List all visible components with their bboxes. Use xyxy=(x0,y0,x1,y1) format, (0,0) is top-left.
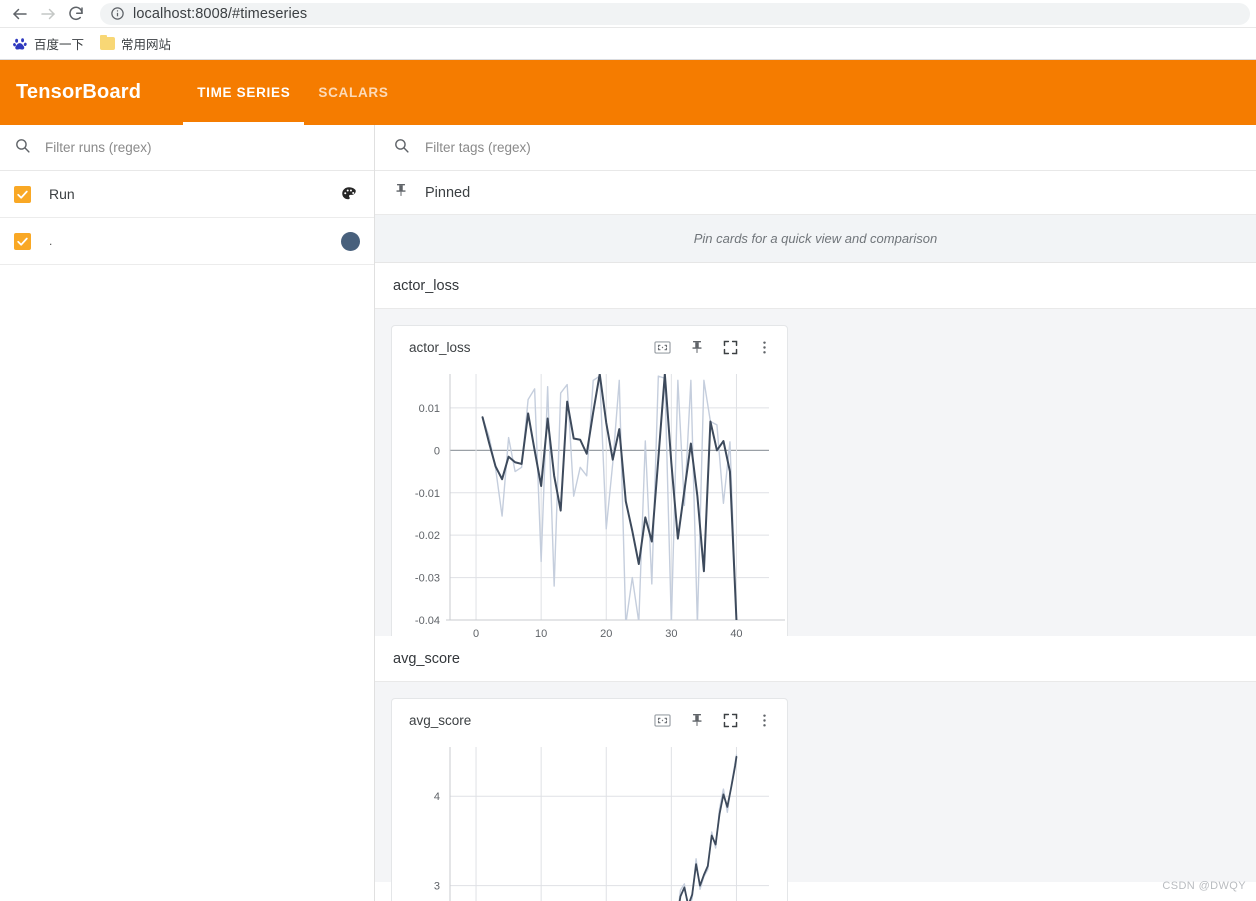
more-options-icon[interactable] xyxy=(754,710,775,731)
palette-icon[interactable] xyxy=(338,183,360,205)
pinned-empty-state: Pin cards for a quick view and compariso… xyxy=(375,215,1256,263)
group-header-actor-loss[interactable]: actor_loss xyxy=(375,263,1256,309)
pin-icon[interactable] xyxy=(686,337,707,358)
chart-card-actor-loss[interactable]: actor_loss 0.01 0 -0.01 -0.02 -0.03 -0.0… xyxy=(391,325,788,647)
runs-sidebar: Filter runs (regex) Run . xyxy=(0,125,375,901)
fit-domain-to-data-icon[interactable] xyxy=(652,337,673,358)
tag-filter[interactable]: Filter tags (regex) xyxy=(375,125,1256,171)
address-bar[interactable]: localhost:8008/#timeseries xyxy=(100,2,1250,25)
bookmark-baidu[interactable]: 百度一下 xyxy=(8,32,92,55)
chart-card-avg-score[interactable]: avg_score 4 3 xyxy=(391,698,788,901)
pinned-section-header[interactable]: Pinned xyxy=(375,171,1256,215)
card-header: actor_loss xyxy=(392,326,787,368)
chart-area-avg-score[interactable]: 43010203040 xyxy=(392,741,787,901)
main-tabs: TIME SERIES SCALARS xyxy=(183,60,402,125)
app-title: TensorBoard xyxy=(16,81,142,103)
folder-icon xyxy=(100,35,116,50)
svg-text:10: 10 xyxy=(535,628,547,640)
svg-text:0.01: 0.01 xyxy=(419,403,440,415)
run-filter[interactable]: Filter runs (regex) xyxy=(0,125,374,171)
tab-scalars[interactable]: SCALARS xyxy=(304,60,402,125)
run-checkbox[interactable] xyxy=(14,232,31,250)
runs-header-row: Run xyxy=(0,171,374,218)
tensorboard-header: TensorBoard TIME SERIES SCALARS xyxy=(0,60,1256,125)
select-all-runs-checkbox[interactable] xyxy=(14,185,31,203)
line-chart-actor-loss[interactable]: 0.01 0 -0.01 -0.02 -0.03 -0.04 0 10 20 30 40 xyxy=(392,368,787,646)
bookmark-label: 常用网站 xyxy=(121,38,172,52)
card-title: avg_score xyxy=(409,712,472,728)
line-chart-avg-score[interactable]: 43010203040 xyxy=(392,741,787,901)
runs-header-label: Run xyxy=(49,186,75,202)
svg-text:-0.02: -0.02 xyxy=(415,530,440,542)
card-actions xyxy=(652,710,775,731)
bookmark-folder[interactable]: 常用网站 xyxy=(96,32,179,55)
pinned-empty-text: Pin cards for a quick view and compariso… xyxy=(693,231,938,246)
svg-text:40: 40 xyxy=(730,628,742,640)
browser-toolbar: localhost:8008/#timeseries xyxy=(0,0,1256,28)
card-title: actor_loss xyxy=(409,339,471,355)
pin-icon xyxy=(393,182,409,203)
cards-region-actor-loss: actor_loss 0.01 0 -0.01 -0.02 -0.03 -0.0… xyxy=(375,309,1256,647)
bookmark-label: 百度一下 xyxy=(34,38,85,52)
cards-scroll-area[interactable]: actor_loss actor_loss 0.01 0 -0.01 -0.02… xyxy=(375,263,1256,901)
fullscreen-icon[interactable] xyxy=(720,710,741,731)
forward-button[interactable] xyxy=(34,1,62,27)
card-header: avg_score xyxy=(392,699,787,741)
fit-domain-to-data-icon[interactable] xyxy=(652,710,673,731)
reload-button[interactable] xyxy=(62,1,90,27)
fullscreen-icon[interactable] xyxy=(720,337,741,358)
svg-text:3: 3 xyxy=(434,881,440,893)
search-icon xyxy=(393,137,410,159)
svg-text:20: 20 xyxy=(600,628,612,640)
baidu-icon xyxy=(12,36,28,52)
cards-region-avg-score: avg_score 4 3 xyxy=(375,682,1256,901)
chart-area-actor-loss[interactable]: 0.01 0 -0.01 -0.02 -0.03 -0.04 0 10 20 30 40 xyxy=(392,368,787,646)
svg-text:0: 0 xyxy=(473,628,479,640)
svg-text:-0.04: -0.04 xyxy=(415,615,440,627)
url-text: localhost:8008/#timeseries xyxy=(133,5,308,22)
more-options-icon[interactable] xyxy=(754,337,775,358)
app-body: Filter runs (regex) Run . Filter tags (r… xyxy=(0,125,1256,901)
svg-text:30: 30 xyxy=(665,628,677,640)
svg-text:-0.03: -0.03 xyxy=(415,573,440,585)
run-item[interactable]: . xyxy=(0,218,374,265)
svg-text:-0.01: -0.01 xyxy=(415,488,440,500)
watermark: CSDN @DWQY xyxy=(1162,880,1246,892)
group-title: actor_loss xyxy=(393,277,460,294)
card-actions xyxy=(652,337,775,358)
run-name: . xyxy=(49,234,53,248)
svg-text:0: 0 xyxy=(434,445,440,457)
dashboard-content: Filter tags (regex) Pinned Pin cards for… xyxy=(375,125,1256,901)
bookmarks-bar: 百度一下 常用网站 xyxy=(0,28,1256,60)
pinned-label: Pinned xyxy=(425,184,471,201)
search-icon xyxy=(14,137,31,159)
svg-text:4: 4 xyxy=(434,791,440,803)
pin-icon[interactable] xyxy=(686,710,707,731)
run-color-dot xyxy=(341,231,360,251)
back-button[interactable] xyxy=(6,1,34,27)
run-filter-placeholder: Filter runs (regex) xyxy=(45,140,152,155)
tab-time-series[interactable]: TIME SERIES xyxy=(183,60,305,125)
tag-filter-placeholder: Filter tags (regex) xyxy=(425,140,531,155)
group-title: avg_score xyxy=(393,650,460,667)
info-circle-icon[interactable] xyxy=(110,6,125,21)
